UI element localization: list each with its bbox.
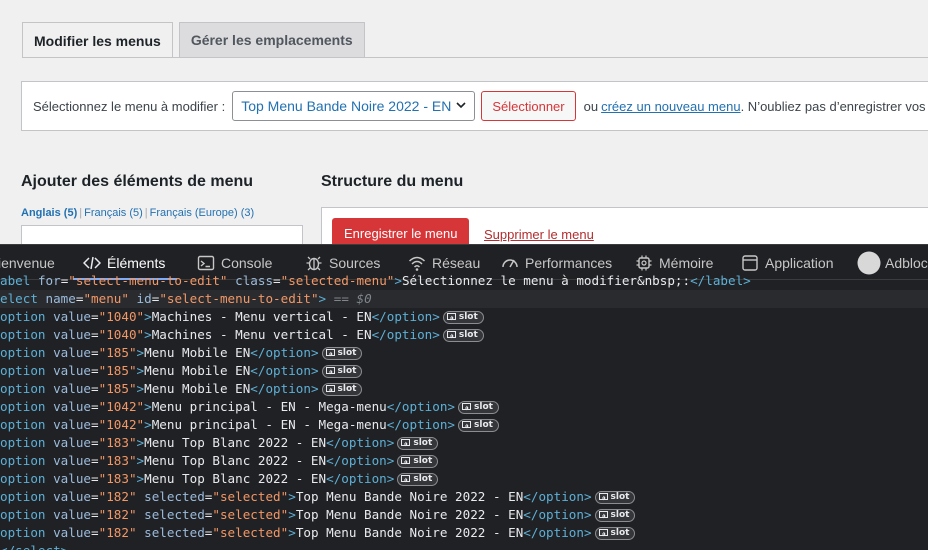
devtools-tab-label: Mémoire [659,254,714,271]
nav-tabs: Modifier les menus Gérer les emplacement… [22,22,371,58]
delete-menu-link[interactable]: Supprimer le menu [484,227,594,242]
menu-structure-title: Structure du menu [321,173,464,190]
add-menu-items-title: Ajouter des éléments de menu [21,173,254,190]
devtools-tab-label: Adblock [885,254,928,271]
dom-node-select-close[interactable]: </select> [0,542,928,550]
dom-node-option[interactable]: option value = "1042" > Menu principal - EN… [0,398,928,416]
devtools-tab-label: Réseau [432,254,481,271]
lang-english[interactable]: Anglais (5) [21,207,77,219]
slot-reveal-icon [325,349,335,357]
lang-french[interactable]: Français (5) [84,207,143,219]
slot-badge[interactable]: slot [594,508,636,522]
adblock-icon [857,251,881,274]
slot-reveal-icon [598,493,608,501]
dom-node-option[interactable]: option value = "183" > Menu Top Blanc 2022 … [0,452,928,470]
manage-menus-bar: Sélectionnez le menu à modifier : Top Me… [21,81,928,131]
dom-node-option[interactable]: option value = "182" selected="selected" > … [0,488,928,506]
bug-icon [306,256,322,270]
slot-badge[interactable]: slot [442,328,484,342]
gauge-icon [502,258,518,267]
lang-french-europe[interactable]: Français (Europe) (3) [150,207,255,219]
dom-node-select[interactable]: elect name = "menu" id = "select-menu-to-edi… [0,290,928,308]
dom-node-option[interactable]: option value = "185" > Menu Mobile EN </opt… [0,380,928,398]
slot-reveal-icon [401,475,411,483]
slot-reveal-icon [462,421,471,429]
console-icon [197,255,215,270]
save-menu-button[interactable]: Enregistrer le menu [332,218,470,244]
elements-icon [83,256,101,269]
slot-badge[interactable]: slot [397,436,439,450]
devtools-tab-label: Performances [525,254,613,271]
tab-edit-menus[interactable]: Modifier les menus [22,22,173,58]
save-reminder-text: . N’oubliez pas d’enregistrer vos m [740,98,928,114]
or-text: ou [583,98,599,114]
dom-node-option[interactable]: option value = "1040" > Machines - Menu ver… [0,326,928,344]
tabs-divider [22,57,928,58]
slot-reveal-icon [401,457,411,465]
slot-reveal-icon [598,511,608,519]
select-menu-button[interactable]: Sélectionner [481,91,576,121]
devtools-tab-label: Sources [329,254,381,271]
dom-node-option[interactable]: option value = "185" > Menu Mobile EN </opt… [0,362,928,380]
wp-admin-area: Modifier les menus Gérer les emplacement… [0,0,928,244]
devtools-tab-label: ienvenue [0,254,55,271]
dom-node-option[interactable]: option value = "183" > Menu Top Blanc 2022 … [0,470,928,488]
devtools-tab-label: Console [221,254,273,271]
slot-reveal-icon [401,439,411,447]
dom-tree: abel for = "select-menu-to-edit" class = "se… [0,273,928,550]
tab-manage-locations[interactable]: Gérer les emplacements [178,22,365,57]
chip-icon [636,255,652,270]
create-new-menu-link[interactable]: créez un nouveau menu [601,99,740,114]
slot-reveal-icon [325,385,335,393]
devtools-tab-label: Application [765,254,834,271]
slot-badge[interactable]: slot [594,526,636,540]
slot-badge[interactable]: slot [321,346,363,360]
add-items-panel [21,225,303,244]
slot-badge[interactable]: slot [442,310,484,324]
slot-reveal-icon [325,367,335,375]
dom-node-option[interactable]: option value = "185" > Menu Mobile EN </opt… [0,344,928,362]
dom-options-list: option value = "1040" > Machines - Menu ver… [0,308,928,542]
dom-node-option[interactable]: option value = "182" selected="selected" > … [0,524,928,542]
dom-node-option[interactable]: option value = "1042" > Menu principal - EN… [0,416,928,434]
devtools-panel: ienvenue Éléments Console Sources Réseau… [0,244,928,550]
dom-node-option[interactable]: option value = "1040" > Machines - Menu ver… [0,308,928,326]
slot-reveal-icon [598,529,608,537]
slot-reveal-icon [446,331,456,339]
dom-node-label[interactable]: abel for = "select-menu-to-edit" class = "se… [0,272,928,290]
slot-badge[interactable]: slot [397,454,439,468]
select-menu-label: Sélectionnez le menu à modifier : [33,98,226,114]
slot-badge[interactable]: slot [397,472,439,486]
slot-badge[interactable]: slot [321,382,363,396]
slot-badge[interactable]: slot [594,490,636,504]
language-filter: Anglais (5) | Français (5) | Français (Europ… [21,207,255,219]
chevron-down-icon [456,102,466,109]
window-icon [742,254,758,271]
dom-node-option[interactable]: option value = "183" > Menu Top Blanc 2022 … [0,434,928,452]
slot-reveal-icon [446,313,456,321]
devtools-tab-label: Éléments [107,254,166,271]
slot-badge[interactable]: slot [321,364,363,378]
menu-select-value: Top Menu Bande Noire 2022 - EN [241,98,452,114]
wifi-icon [408,256,426,271]
menu-select[interactable]: Top Menu Bande Noire 2022 - EN [232,91,476,121]
slot-reveal-icon [462,403,471,411]
dom-node-option[interactable]: option value = "182" selected="selected" > … [0,506,928,524]
slot-badge[interactable]: slot [458,400,499,414]
slot-badge[interactable]: slot [458,418,499,432]
